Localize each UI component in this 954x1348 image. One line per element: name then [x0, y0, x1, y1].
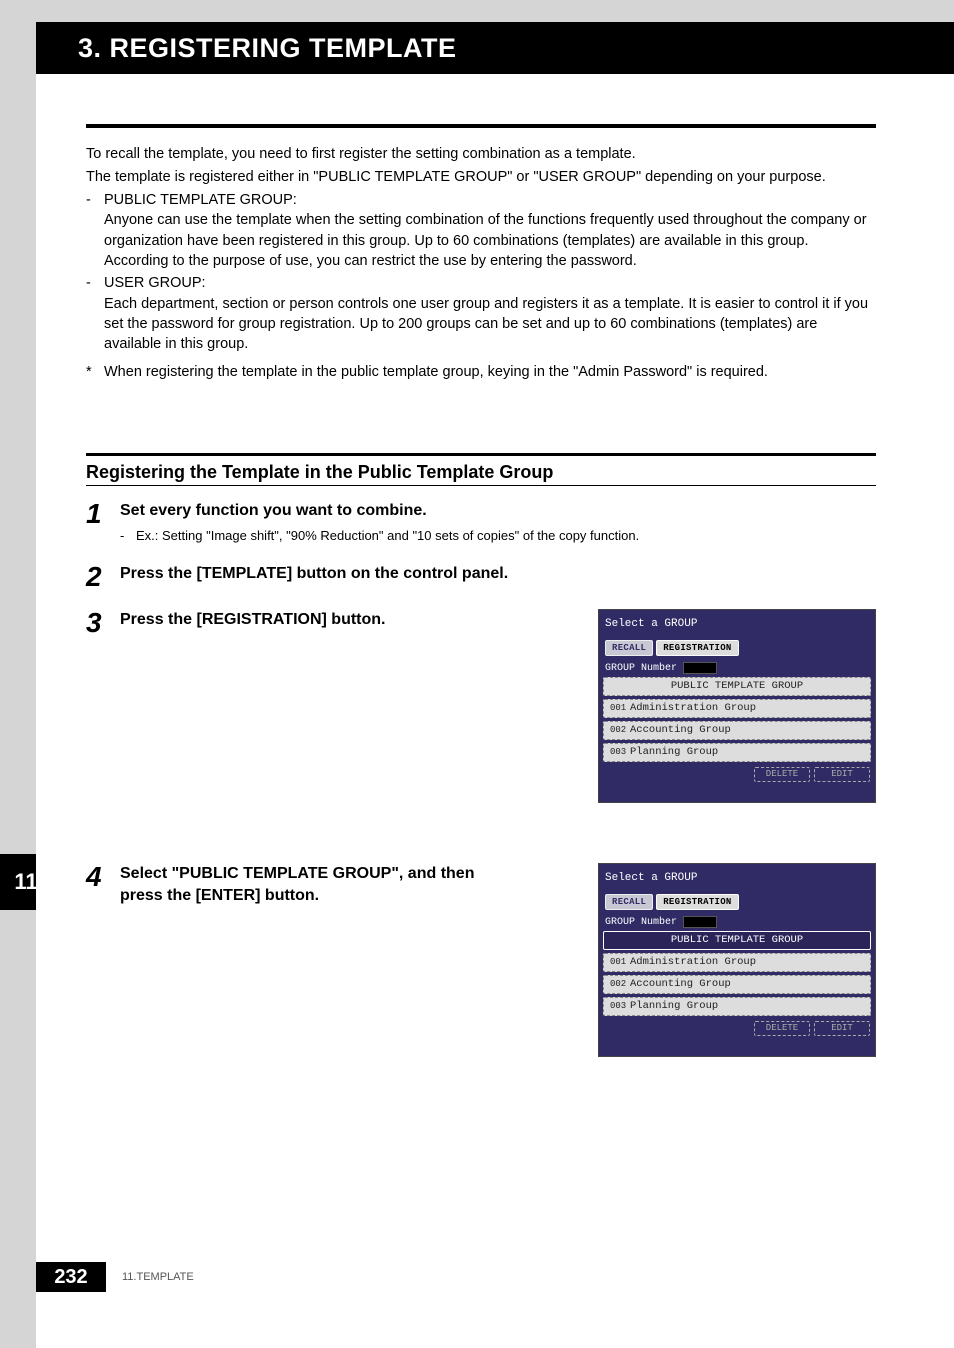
panel-buttons: DELETE EDIT	[599, 765, 875, 782]
delete-button[interactable]: DELETE	[754, 1021, 810, 1036]
step-1-sub-text: Ex.: Setting "Image shift", "90% Reducti…	[136, 528, 639, 543]
step-3: 3 Press the [REGISTRATION] button. Selec…	[86, 609, 876, 803]
group-item-public-selected[interactable]: PUBLIC TEMPLATE GROUP	[603, 931, 871, 950]
note-row: * When registering the template in the p…	[86, 362, 876, 382]
bullet-public-label: PUBLIC TEMPLATE GROUP:	[104, 190, 297, 210]
group-item-002[interactable]: 002Accounting Group	[603, 975, 871, 994]
group-number-input[interactable]	[683, 916, 717, 928]
section-rule-thin	[86, 485, 876, 486]
group-item-003[interactable]: 003Planning Group	[603, 743, 871, 762]
delete-button[interactable]: DELETE	[754, 767, 810, 782]
tab-recall[interactable]: RECALL	[605, 894, 653, 910]
group-list: PUBLIC TEMPLATE GROUP 001Administration …	[599, 677, 875, 762]
tab-registration[interactable]: REGISTRATION	[656, 640, 738, 656]
bullet-dash-icon: -	[86, 190, 104, 210]
edit-button[interactable]: EDIT	[814, 1021, 870, 1036]
group-item-003[interactable]: 003Planning Group	[603, 997, 871, 1016]
step-4: 4 Select "PUBLIC TEMPLATE GROUP", and th…	[86, 863, 876, 1057]
section-header-bar: 3. REGISTERING TEMPLATE	[36, 22, 954, 74]
note-text: When registering the template in the pub…	[104, 362, 768, 382]
panel-buttons: DELETE EDIT	[599, 1019, 875, 1036]
step-number: 3	[86, 609, 120, 803]
group-number-label: GROUP Number	[605, 917, 677, 928]
group-number-row: GROUP Number	[599, 660, 875, 677]
edit-button[interactable]: EDIT	[814, 767, 870, 782]
group-item-002[interactable]: 002Accounting Group	[603, 721, 871, 740]
page-number: 232	[36, 1262, 106, 1292]
tab-recall[interactable]: RECALL	[605, 640, 653, 656]
step-4-head: Select "PUBLIC TEMPLATE GROUP", and then…	[120, 863, 480, 906]
page-footer: 232 11.TEMPLATE	[36, 1262, 954, 1292]
content-area: To recall the template, you need to firs…	[36, 74, 954, 1057]
group-number-input[interactable]	[683, 662, 717, 674]
panel-title: Select a GROUP	[599, 864, 875, 894]
step-number: 4	[86, 863, 120, 1057]
asterisk-icon: *	[86, 362, 104, 382]
intro-paragraph-2: The template is registered either in "PU…	[86, 167, 876, 188]
group-item-public[interactable]: PUBLIC TEMPLATE GROUP	[603, 677, 871, 696]
tab-registration[interactable]: REGISTRATION	[656, 894, 738, 910]
bullet-user-label: USER GROUP:	[104, 273, 206, 293]
group-number-row: GROUP Number	[599, 914, 875, 931]
bullet-public-body: Anyone can use the template when the set…	[86, 210, 876, 271]
panel-tabs: RECALL REGISTRATION	[599, 640, 875, 660]
group-item-001[interactable]: 001Administration Group	[603, 699, 871, 718]
bullet-user-body: Each department, section or person contr…	[86, 294, 876, 355]
footer-chapter: 11.TEMPLATE	[122, 1271, 194, 1283]
subsection-title: Registering the Template in the Public T…	[86, 462, 876, 483]
panel-tabs: RECALL REGISTRATION	[599, 894, 875, 914]
group-number-label: GROUP Number	[605, 663, 677, 674]
intro-paragraph-1: To recall the template, you need to firs…	[86, 144, 876, 165]
lcd-panel-step4: Select a GROUP RECALL REGISTRATION GROUP…	[598, 863, 876, 1057]
bullet-user-group: - USER GROUP: Each department, section o…	[86, 273, 876, 354]
section-rule	[86, 453, 876, 456]
panel-title: Select a GROUP	[599, 610, 875, 640]
group-item-001[interactable]: 001Administration Group	[603, 953, 871, 972]
page: 3. REGISTERING TEMPLATE To recall the te…	[36, 22, 954, 1348]
step-number: 1	[86, 500, 120, 546]
step-1-sub: - Ex.: Setting "Image shift", "90% Reduc…	[120, 527, 876, 545]
step-1-head: Set every function you want to combine.	[120, 500, 876, 522]
lcd-panel-step3: Select a GROUP RECALL REGISTRATION GROUP…	[598, 609, 876, 803]
bullet-dash-icon: -	[86, 273, 104, 293]
rule-thick	[86, 124, 876, 128]
page-background: 11 3. REGISTERING TEMPLATE To recall the…	[0, 0, 954, 1348]
section-header-title: 3. REGISTERING TEMPLATE	[78, 33, 457, 64]
step-1: 1 Set every function you want to combine…	[86, 500, 876, 546]
bullet-public-group: - PUBLIC TEMPLATE GROUP: Anyone can use …	[86, 190, 876, 271]
step-2: 2 Press the [TEMPLATE] button on the con…	[86, 563, 876, 591]
group-list: PUBLIC TEMPLATE GROUP 001Administration …	[599, 931, 875, 1016]
step-3-head: Press the [REGISTRATION] button.	[120, 609, 578, 631]
step-2-head: Press the [TEMPLATE] button on the contr…	[120, 563, 520, 585]
step-number: 2	[86, 563, 120, 591]
